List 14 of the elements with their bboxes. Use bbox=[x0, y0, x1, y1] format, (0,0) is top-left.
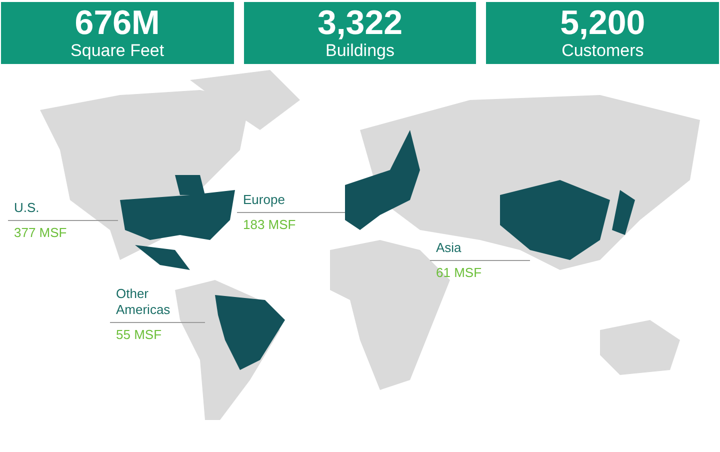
stat-value: 5,200 bbox=[560, 5, 646, 41]
region-name: Europe bbox=[242, 192, 286, 208]
region-value: 61 MSF bbox=[435, 265, 483, 281]
region-value: 55 MSF bbox=[115, 327, 163, 343]
region-name: Asia bbox=[435, 240, 462, 256]
region-name: Other Americas bbox=[115, 286, 172, 318]
region-value: 377 MSF bbox=[13, 225, 68, 241]
stat-value: 3,322 bbox=[317, 5, 403, 41]
stat-label: Square Feet bbox=[70, 41, 164, 61]
stat-label: Customers bbox=[562, 41, 644, 61]
stat-value: 676M bbox=[74, 5, 160, 41]
region-value: 183 MSF bbox=[242, 217, 297, 233]
stat-label: Buildings bbox=[326, 41, 394, 61]
region-name: U.S. bbox=[13, 200, 40, 216]
